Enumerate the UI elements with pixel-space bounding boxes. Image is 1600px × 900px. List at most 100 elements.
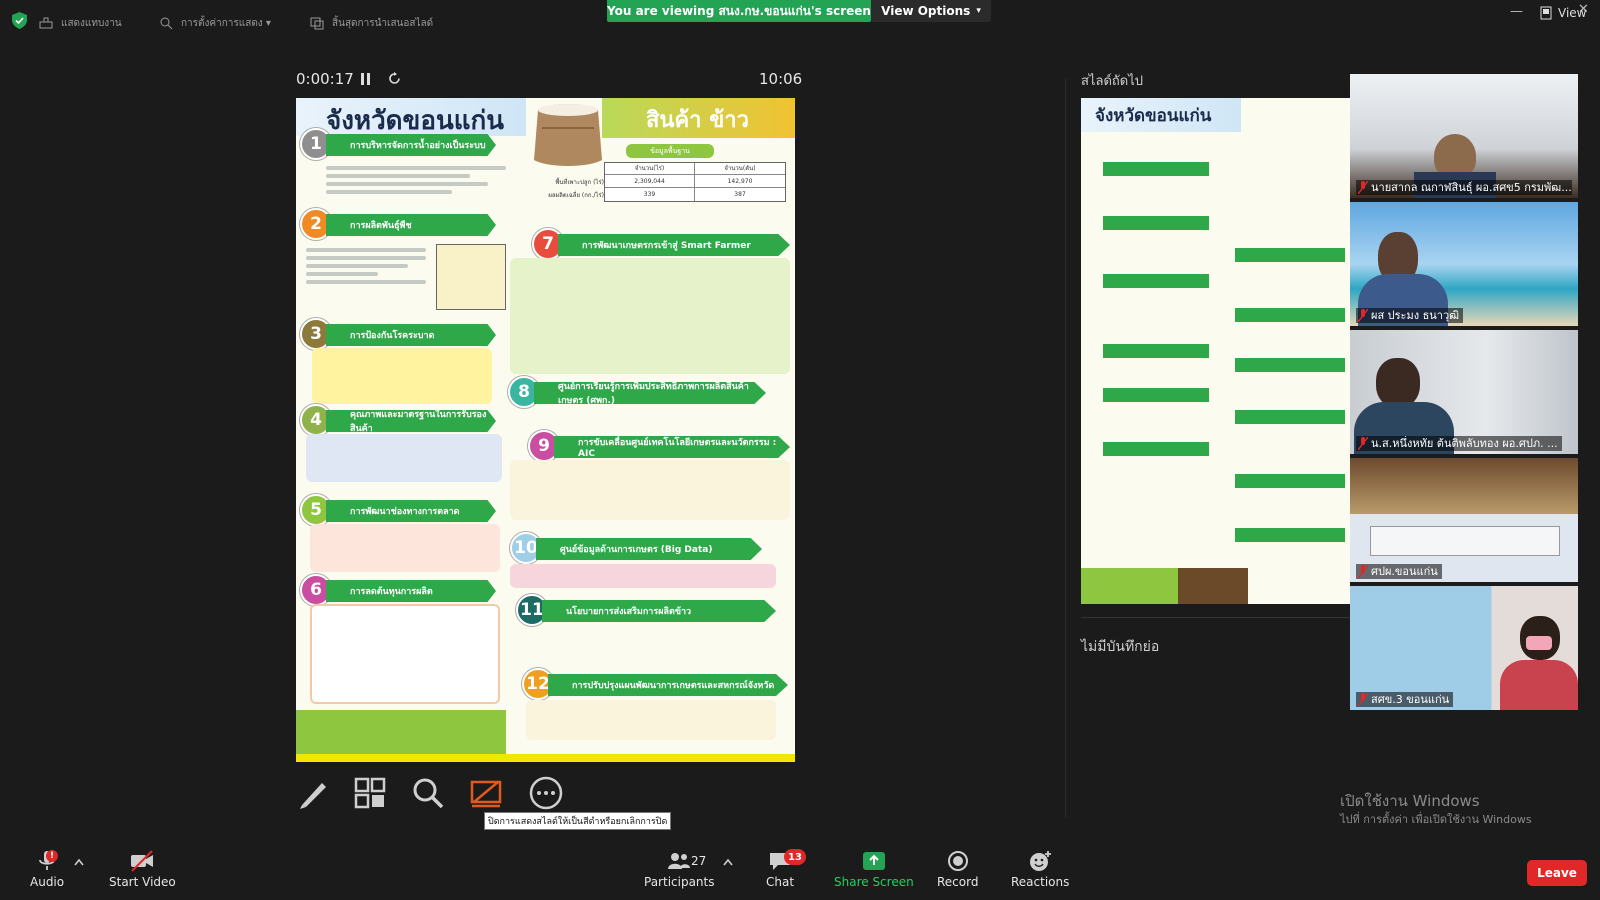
next-left-column [1089, 156, 1209, 576]
rice-bag-image [534, 104, 602, 166]
share-screen-label: Share Screen [834, 875, 914, 889]
participant-name: ศปผ.ขอนแก่น [1356, 564, 1442, 579]
end-slideshow-icon [310, 17, 324, 30]
section-title: การป้องกันโรคระบาด [326, 324, 496, 346]
section-title: การปรับปรุงแผนพัฒนาการเกษตรและสหกรณ์จังห… [548, 674, 788, 696]
info-header-1: จำนวน(ไร่) [605, 163, 695, 174]
start-video-button[interactable]: Start Video [109, 850, 176, 889]
current-slide: จังหวัดขอนแก่น สินค้า ข้าว ข้อมูลพื้นฐาน… [296, 98, 795, 762]
info-cell: 142,970 [727, 178, 753, 185]
record-icon [947, 851, 968, 871]
chat-label: Chat [766, 875, 795, 889]
section-body-box [526, 700, 776, 740]
clock-time: 10:06 [759, 70, 803, 88]
more-options-icon[interactable] [528, 775, 564, 811]
record-button[interactable]: Record [937, 850, 978, 889]
seed-table [436, 244, 506, 310]
end-slideshow-button[interactable]: สิ้นสุดการนำเสนอสไลด์ [310, 14, 433, 32]
top-bar: แสดงแทบงาน การตั้งค่าการแสดง ▾ สิ้นสุดกา… [0, 0, 1600, 44]
video-tile[interactable]: น.ส.หนึ่งหทัย ต้นติพลับทอง ผอ.ศปภ. ... [1350, 330, 1578, 454]
slide-grid-icon[interactable] [352, 775, 388, 811]
pause-icon[interactable] [361, 73, 371, 85]
audio-warning-badge: ! [46, 850, 58, 862]
section-body-box [312, 348, 492, 404]
section-title: การบริหารจัดการน้ำอย่างเป็นระบบ [326, 134, 496, 156]
product-title: สินค้า ข้าว [646, 108, 749, 133]
info-table: จำนวน(ไร่) จำนวน(ตัน) 2,309,044 142,970 … [604, 162, 786, 202]
participants-icon [668, 853, 691, 869]
show-taskbar-label: แสดงแทบงาน [61, 17, 122, 29]
show-taskbar-button[interactable]: แสดงแทบงาน [39, 14, 122, 32]
section-body [326, 162, 506, 198]
chevron-down-icon: ▾ [976, 6, 981, 16]
section-body-box [310, 524, 500, 572]
section-title: คุณภาพและมาตรฐานในการรับรองสินค้า [326, 410, 496, 432]
audio-label: Audio [30, 875, 65, 889]
section-body-box [510, 258, 790, 374]
next-right-column [1221, 248, 1345, 568]
section-body-box [510, 460, 790, 520]
video-tile[interactable]: ผส ประมง ธนาวุฒิ [1350, 202, 1578, 326]
zoom-icon[interactable] [410, 775, 446, 811]
minimize-icon[interactable]: — [1510, 4, 1523, 19]
end-slideshow-label: สิ้นสุดการนำเสนอสไลด์ [332, 17, 434, 29]
notes-separator [1081, 617, 1350, 618]
participant-name: น.ส.หนึ่งหทัย ต้นติพลับทอง ผอ.ศปภ. ... [1356, 436, 1562, 451]
participants-options-chevron-icon[interactable] [723, 858, 733, 866]
leave-button[interactable]: Leave [1527, 860, 1587, 886]
section-title: การผลิตพันธุ์พืช [326, 214, 496, 236]
next-slide-preview[interactable]: จังหวัดขอนแก่น [1081, 98, 1350, 604]
pen-icon[interactable] [296, 775, 332, 811]
slide-footer-strip [296, 754, 795, 762]
video-tile[interactable]: ศปผ.ขอนแก่น [1350, 458, 1578, 582]
audio-options-chevron-icon[interactable] [74, 858, 84, 866]
display-settings-label: การตั้งค่าการแสดง ▾ [181, 17, 271, 29]
elapsed-timer: 0:00:17 [296, 70, 354, 88]
participant-avatar [1376, 358, 1420, 408]
share-screen-button[interactable]: Share Screen [834, 850, 914, 889]
panel-divider [1065, 78, 1066, 818]
muted-mic-icon [1358, 309, 1368, 322]
video-off-icon [131, 850, 154, 872]
info-row-label: ผลผลิตเฉลี่ย (กก./ไร่) [548, 192, 604, 199]
viewing-banner: You are viewing สนง.กษ.ขอนแก่น's screen [607, 0, 871, 22]
meeting-table [1370, 526, 1560, 556]
participant-name: สศข.3 ขอนแก่น [1356, 692, 1454, 707]
taskbar-icon [39, 17, 53, 29]
video-tile[interactable]: นายสากล ณกาฬสินธุ์ ผอ.สศข5 กรมพัฒ... [1350, 74, 1578, 198]
reset-timer-icon[interactable] [388, 72, 401, 85]
muted-mic-icon [1358, 693, 1368, 706]
shield-icon[interactable] [12, 12, 27, 29]
next-slide-footer [1081, 568, 1350, 604]
section-title: การพัฒนาช่องทางการตลาด [326, 500, 496, 522]
section-title: การขับเคลื่อนศูนย์เทคโนโลยีเกษตรและนวัตก… [554, 436, 790, 458]
reactions-icon [1030, 851, 1052, 871]
start-video-label: Start Video [109, 875, 176, 889]
participant-name: ผส ประมง ธนาวุฒิ [1356, 308, 1464, 323]
section-body-box [510, 564, 776, 588]
display-settings-icon [160, 17, 173, 30]
section-body-box [310, 604, 500, 704]
muted-mic-icon [1358, 437, 1368, 450]
view-options-button[interactable]: View Options ▾ [871, 0, 991, 22]
participants-label: Participants [644, 875, 715, 889]
muted-mic-icon [1358, 565, 1368, 578]
reactions-button[interactable]: Reactions [1011, 850, 1069, 889]
display-settings-button[interactable]: การตั้งค่าการแสดง ▾ [159, 14, 271, 32]
windows-activation-subtitle: ไปที่ การตั้งค่า เพื่อเปิดใช้งาน Windows [1340, 813, 1532, 826]
notes-text: ไม่มีบันทึกย่อ [1081, 639, 1160, 655]
muted-mic-icon [1358, 181, 1368, 194]
chat-unread-badge: 13 [784, 849, 806, 865]
next-slide-title: จังหวัดขอนแก่น [1095, 106, 1212, 126]
info-title: ข้อมูลพื้นฐาน [626, 144, 714, 158]
info-row-label: พื้นที่เพาะปลูก (ไร่) [555, 179, 604, 186]
section-title: การลดต้นทุนการผลิต [326, 580, 496, 602]
record-label: Record [937, 875, 979, 889]
share-screen-icon [862, 852, 885, 870]
black-screen-icon[interactable] [468, 775, 504, 811]
participant-body [1500, 660, 1578, 710]
video-gallery: นายสากล ณกาฬสินธุ์ ผอ.สศข5 กรมพัฒ... ผส … [1350, 74, 1578, 714]
section-body-box [306, 434, 502, 482]
view-button[interactable]: View [1540, 6, 1586, 20]
video-tile[interactable]: สศข.3 ขอนแก่น [1350, 586, 1578, 710]
